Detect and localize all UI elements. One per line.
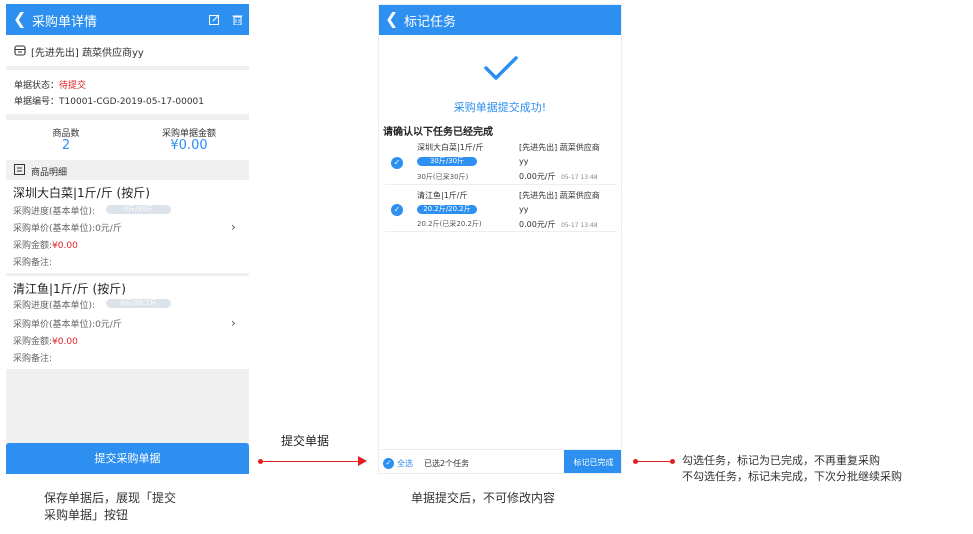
selected-count: 已选2个任务 [424, 459, 470, 468]
task-name: 清江鱼|1斤/斤 [417, 191, 468, 200]
item-name: 清江鱼|1斤/斤 (按斤) [13, 282, 126, 296]
connector-line [636, 461, 672, 462]
store-icon [14, 45, 26, 56]
confirm-title: 请确认以下任务已经完成 [383, 127, 493, 138]
left-caption-line2: 采购单据」按钮 [44, 508, 129, 522]
task-price: 0.00元/斤 [519, 172, 556, 181]
count-value: 2 [61, 138, 71, 153]
edit-icon[interactable] [209, 14, 220, 25]
task-row[interactable]: ✓ 清江鱼|1斤/斤 20.2斤/20.2斤 20.2斤(已采20.2斤) [先… [385, 186, 617, 232]
list-item[interactable]: 清江鱼|1斤/斤 (按斤) 采购进度(基本单位): 0斤/20.2斤 采购单价(… [6, 276, 249, 369]
list-icon [14, 164, 25, 175]
item-amount-value: ¥0.00 [52, 337, 78, 347]
chevron-right-icon[interactable]: › [231, 220, 236, 234]
item-amount-label: 采购金额: [13, 241, 53, 251]
detail-header: 商品明细 [6, 160, 249, 180]
mark-task-screen: ❮ 标记任务 采购单据提交成功! 请确认以下任务已经完成 ✓ 深圳大白菜|1斤/… [378, 4, 622, 474]
price-value: 0元/斤 [95, 320, 122, 330]
task-time: 05-17 13:48 [561, 222, 598, 229]
purchase-detail-screen: ❮ 采购单详情 [先进先出] 蔬菜供应商yy 单据状态：待提交 单据编号：T10… [6, 4, 249, 474]
submit-annotation: 提交单据 [281, 434, 330, 448]
checkmark-icon [484, 56, 518, 80]
mark-done-button[interactable]: 标记已完成 [564, 450, 621, 473]
item-name: 深圳大白菜|1斤/斤 (按斤) [13, 186, 150, 200]
task-supplier-suffix: yy [519, 205, 529, 214]
right-note-line2: 不勾选任务，标记未完成，下次分批继续采购 [682, 470, 902, 483]
connector-dot [670, 459, 675, 464]
select-all-label[interactable]: 全选 [397, 458, 413, 469]
arrow-head-icon [358, 456, 367, 466]
price-label: 采购单价(基本单位): [13, 224, 96, 234]
success-message: 采购单据提交成功! [453, 101, 547, 114]
chevron-right-icon[interactable]: › [231, 316, 236, 330]
delete-icon[interactable] [232, 14, 243, 25]
note-label: 采购备注: [13, 354, 53, 364]
right-note-line1: 勾选任务，标记为已完成，不再重复采购 [682, 454, 880, 467]
task-name: 深圳大白菜|1斤/斤 [417, 143, 484, 152]
submit-purchase-button[interactable]: 提交采购单据 [6, 443, 249, 474]
task-price: 0.00元/斤 [519, 220, 556, 229]
header-bar: ❮ 采购单详情 [6, 4, 249, 35]
task-time: 05-17 13:48 [561, 174, 598, 181]
task-purchased: 20.2斤(已采20.2斤) [417, 220, 482, 228]
task-purchased: 30斤(已采30斤) [417, 173, 469, 181]
number-label: 单据编号： [14, 97, 60, 107]
header-bar: ❮ 标记任务 [379, 5, 621, 35]
left-caption-line1: 保存单据后，展现「提交 [44, 491, 177, 505]
task-progress: 30斤/30斤 [417, 157, 477, 166]
item-amount-label: 采购金额: [13, 337, 53, 347]
price-label: 采购单价(基本单位): [13, 320, 96, 330]
task-supplier-suffix: yy [519, 157, 529, 166]
item-amount-value: ¥0.00 [52, 241, 78, 251]
price-value: 0元/斤 [95, 224, 122, 234]
status-value: 待提交 [59, 81, 87, 91]
progress-label: 采购进度(基本单位): [13, 207, 96, 217]
amount-value: ¥0.00 [170, 138, 208, 153]
document-info: 单据状态：待提交 单据编号：T10001-CGD-2019-05-17-0000… [6, 70, 249, 114]
task-supplier: [先进先出] 蔬菜供应商 [519, 191, 600, 200]
document-number: T10001-CGD-2019-05-17-00001 [59, 97, 205, 107]
supplier-name: [先进先出] 蔬菜供应商yy [31, 48, 144, 59]
progress-label: 采购进度(基本单位): [13, 301, 96, 311]
task-row[interactable]: ✓ 深圳大白菜|1斤/斤 30斤/30斤 30斤(已采30斤) [先进先出] 蔬… [385, 139, 617, 185]
supplier-row: [先进先出] 蔬菜供应商yy [6, 35, 249, 66]
check-circle-icon[interactable]: ✓ [391, 157, 403, 169]
progress-bar: 0斤/30斤 [106, 205, 171, 214]
back-arrow-icon[interactable]: ❮ [385, 9, 398, 29]
connector-line [261, 461, 361, 462]
select-all-check-icon[interactable]: ✓ [383, 458, 394, 469]
page-title: 采购单详情 [32, 15, 98, 30]
bottom-bar: ✓ 全选 已选2个任务 标记已完成 [379, 449, 621, 473]
back-arrow-icon[interactable]: ❮ [13, 9, 26, 29]
detail-header-label: 商品明细 [31, 168, 68, 178]
task-progress: 20.2斤/20.2斤 [417, 205, 477, 214]
middle-caption: 单据提交后，不可修改内容 [411, 491, 556, 505]
task-supplier: [先进先出] 蔬菜供应商 [519, 143, 600, 152]
note-label: 采购备注: [13, 258, 53, 268]
check-circle-icon[interactable]: ✓ [391, 204, 403, 216]
list-item[interactable]: 深圳大白菜|1斤/斤 (按斤) 采购进度(基本单位): 0斤/30斤 采购单价(… [6, 180, 249, 273]
status-label: 单据状态： [14, 81, 60, 91]
summary-row: 商品数 2 采购单据金额 ¥0.00 [6, 120, 249, 160]
page-title: 标记任务 [404, 15, 457, 30]
progress-bar: 0斤/20.2斤 [106, 299, 171, 308]
